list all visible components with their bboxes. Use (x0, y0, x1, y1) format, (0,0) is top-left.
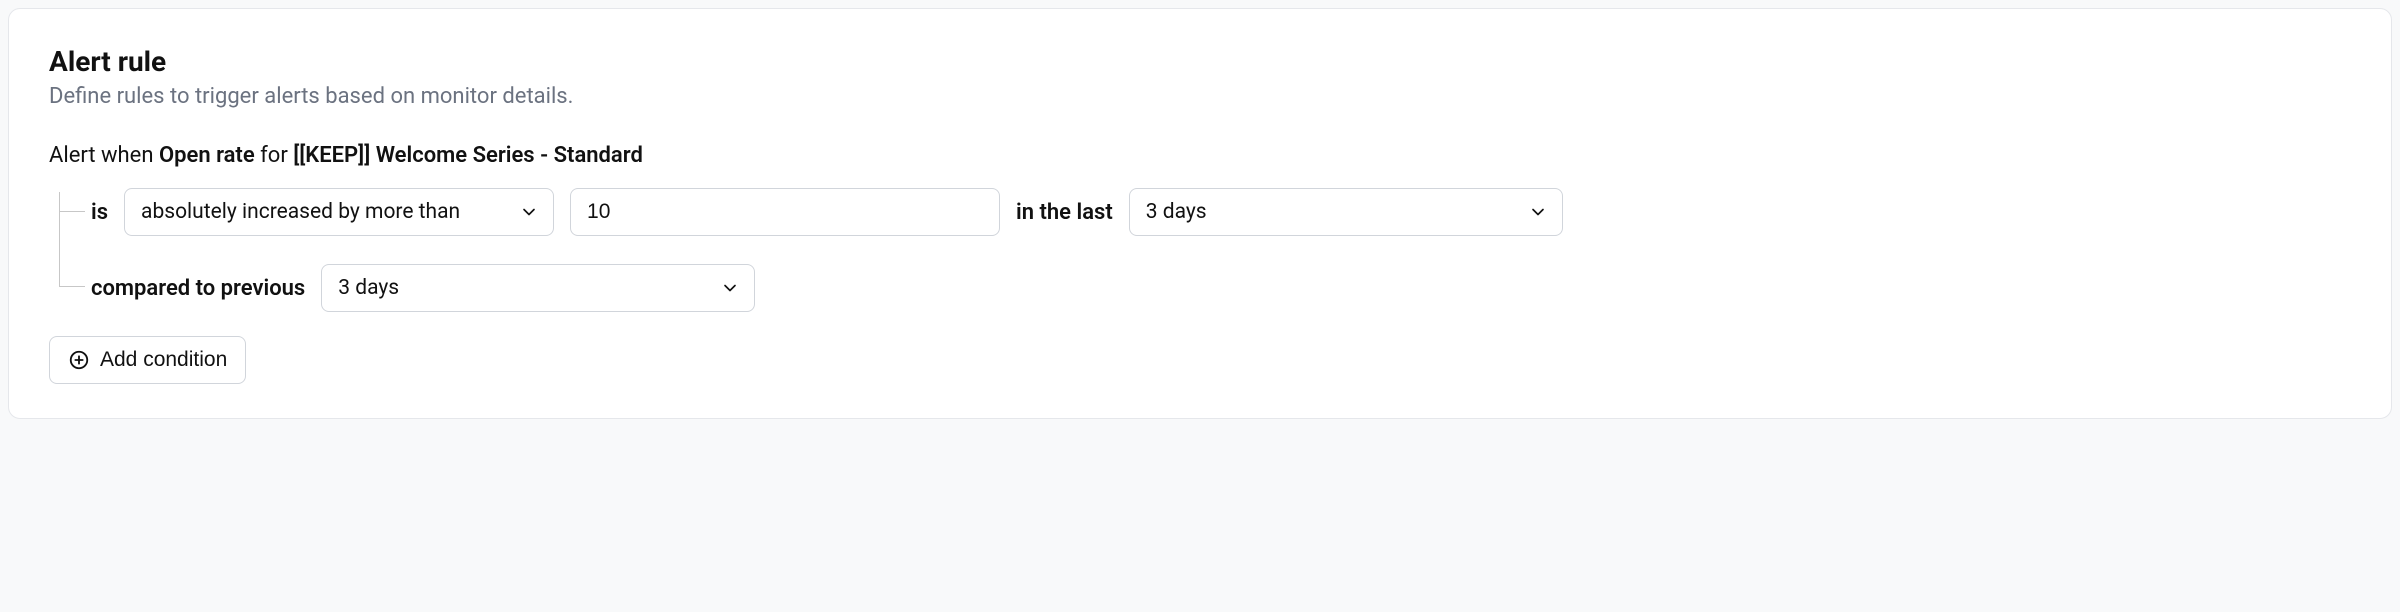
previous-period-value: 3 days (338, 276, 399, 300)
chevron-down-icon (519, 202, 539, 222)
add-condition-label: Add condition (100, 348, 227, 372)
when-mid: for (255, 143, 294, 168)
tree-line-h2 (59, 286, 85, 287)
add-condition-button[interactable]: Add condition (49, 336, 246, 384)
alert-when-line: Alert when Open rate for [[KEEP]] Welcom… (49, 143, 2351, 168)
tree-line-h1 (59, 211, 85, 212)
conditions-block: is absolutely increased by more than in … (49, 188, 2351, 312)
target-name: [[KEEP]] Welcome Series - Standard (293, 143, 643, 168)
when-prefix: Alert when (49, 143, 159, 168)
condition-row-2: compared to previous 3 days (91, 264, 2351, 312)
previous-period-select[interactable]: 3 days (321, 264, 755, 312)
section-title: Alert rule (49, 45, 2351, 78)
chevron-down-icon (720, 278, 740, 298)
compared-label: compared to previous (91, 276, 305, 301)
section-subtitle: Define rules to trigger alerts based on … (49, 84, 2351, 109)
alert-rule-card: Alert rule Define rules to trigger alert… (8, 8, 2392, 419)
period-select[interactable]: 3 days (1129, 188, 1563, 236)
plus-circle-icon (68, 349, 90, 371)
operator-select[interactable]: absolutely increased by more than (124, 188, 554, 236)
in-the-last-label: in the last (1016, 200, 1113, 225)
value-input[interactable] (587, 189, 983, 235)
period-select-value: 3 days (1146, 200, 1207, 224)
condition-row-1: is absolutely increased by more than in … (91, 188, 2351, 236)
chevron-down-icon (1528, 202, 1548, 222)
value-input-wrapper (570, 188, 1000, 236)
tree-line-vertical (59, 192, 60, 286)
is-label: is (91, 200, 108, 225)
metric-name: Open rate (159, 143, 255, 168)
operator-select-value: absolutely increased by more than (141, 200, 460, 224)
